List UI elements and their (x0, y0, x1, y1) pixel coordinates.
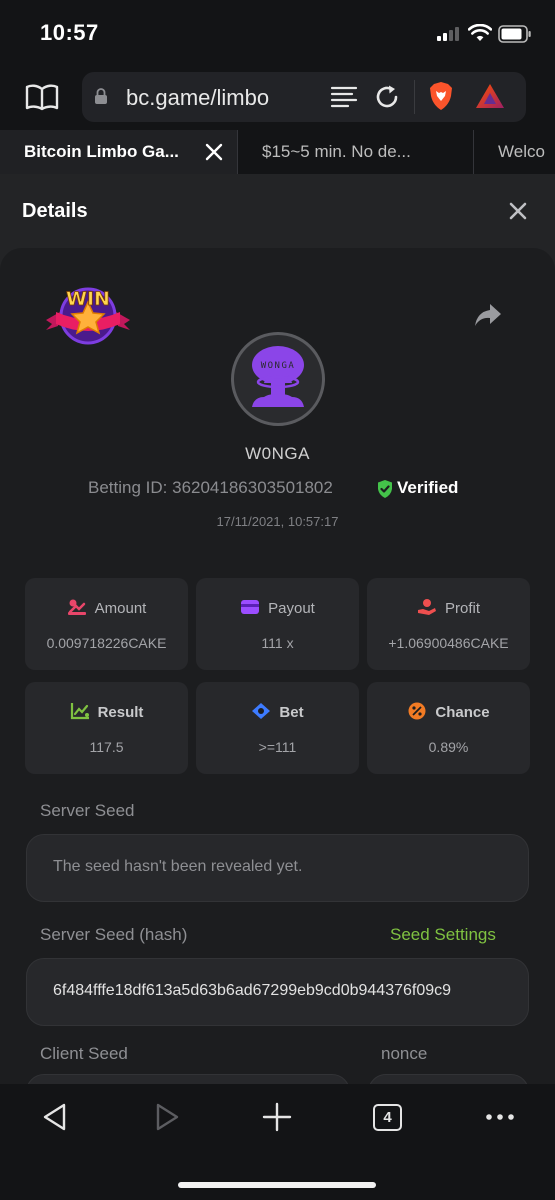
home-indicator[interactable] (178, 1182, 376, 1188)
browser-toolbar: bc.game/limbo (0, 64, 555, 130)
bet-timestamp: 17/11/2021, 10:57:17 (216, 514, 339, 529)
reader-mode-icon[interactable] (330, 85, 358, 109)
status-bar: 10:57 (0, 0, 555, 64)
address-bar[interactable]: bc.game/limbo (82, 72, 526, 122)
tab-label: Welco (498, 142, 545, 161)
stat-value: 111 x (261, 635, 294, 651)
more-menu-icon[interactable] (485, 1102, 515, 1132)
wifi-icon (468, 24, 492, 41)
tab-label: Bitcoin Limbo Ga... (24, 142, 179, 161)
stat-label: Result (97, 704, 144, 721)
hand-coins-icon (417, 599, 436, 615)
stat-value: 0.89% (428, 739, 469, 755)
tab-bitcoin-limbo[interactable]: Bitcoin Limbo Ga... (0, 130, 238, 174)
betting-id-row: Betting ID: 36204186303501802 (88, 478, 333, 498)
stat-label: Chance (435, 704, 490, 721)
share-icon[interactable] (474, 302, 502, 328)
chart-trend-icon (70, 703, 89, 720)
badge-text: WIN (66, 288, 110, 310)
stat-card-payout: Payout 111 x (196, 578, 359, 670)
status-time: 10:57 (40, 20, 99, 45)
forward-icon[interactable] (152, 1102, 182, 1132)
lock-icon (95, 88, 107, 104)
ticket-icon (252, 703, 271, 719)
server-seed-field: The seed hasn't been revealed yet. (26, 834, 529, 902)
new-tab-plus-icon[interactable] (262, 1102, 292, 1132)
server-seed-label: Server Seed (40, 801, 135, 820)
stat-value: >=111 (258, 739, 297, 755)
server-seed-value: The seed hasn't been revealed yet. (53, 858, 303, 875)
server-seed-hash-field[interactable]: 6f484fffe18df613a5d63b6ad67299eb9cd0b944… (26, 958, 529, 1026)
stat-label: Amount (94, 600, 147, 617)
wallet-card-icon (241, 600, 260, 614)
close-icon[interactable] (508, 201, 528, 221)
win-badge-icon: WIN (46, 287, 130, 345)
stat-value: 0.009718226CAKE (46, 635, 167, 651)
browser-bottom-toolbar: 4 (0, 1084, 555, 1200)
stat-label: Bet (279, 704, 304, 721)
brave-rewards-icon[interactable] (474, 82, 506, 110)
tab-welcome[interactable]: Welco (474, 130, 555, 174)
tab-label: $15~5 min. No de... (262, 142, 411, 161)
username: W0NGA (245, 444, 310, 463)
stat-card-bet: Bet >=111 (196, 682, 359, 774)
cellular-signal-icon (437, 27, 463, 41)
avatar-text: WONGA (261, 361, 296, 371)
avatar-mushroom-icon: WONGA (252, 346, 304, 407)
back-icon[interactable] (40, 1102, 70, 1132)
money-bag-icon (67, 599, 86, 615)
betting-id-value[interactable]: 36204186303501802 (172, 478, 333, 497)
betting-id-label: Betting ID: (88, 478, 168, 497)
details-panel: WIN WONGA W0NGA Betting ID: 362041863035… (0, 248, 555, 1142)
stat-value: 117.5 (89, 739, 124, 755)
nonce-label: nonce (381, 1044, 428, 1063)
stat-label: Profit (444, 600, 480, 617)
stat-card-chance: Chance 0.89% (367, 682, 530, 774)
server-seed-hash-value: 6f484fffe18df613a5d63b6ad67299eb9cd0b944… (53, 982, 452, 999)
tab-promo[interactable]: $15~5 min. No de... (238, 130, 474, 174)
stat-card-amount: Amount 0.009718226CAKE (25, 578, 188, 670)
avatar: WONGA (231, 332, 325, 426)
stat-card-profit: Profit +1.06900486CAKE (367, 578, 530, 670)
verified-shield-icon (378, 480, 392, 498)
address-divider (414, 80, 415, 114)
bookmarks-book-icon[interactable] (24, 82, 60, 112)
seed-settings-link[interactable]: Seed Settings (390, 925, 496, 945)
url-text: bc.game/limbo (126, 85, 270, 110)
stat-card-result: Result 117.5 (25, 682, 188, 774)
details-modal: Details WIN WONGA W0NGA Betting ID: 3620… (0, 174, 555, 1142)
tab-strip: Bitcoin Limbo Ga... $15~5 min. No de... … (0, 130, 555, 174)
close-icon[interactable] (204, 142, 224, 162)
client-seed-label: Client Seed (40, 1044, 128, 1063)
modal-title: Details (22, 200, 88, 222)
percent-icon (408, 702, 426, 720)
reload-icon[interactable] (374, 84, 400, 110)
tab-count-button[interactable]: 4 (373, 1104, 402, 1131)
brave-shields-icon[interactable] (428, 81, 454, 111)
stat-value: +1.06900486CAKE (388, 635, 509, 651)
verified-label: Verified (397, 478, 459, 497)
server-seed-hash-label: Server Seed (hash) (40, 925, 188, 944)
stat-label: Payout (268, 600, 315, 617)
battery-icon (498, 25, 531, 43)
